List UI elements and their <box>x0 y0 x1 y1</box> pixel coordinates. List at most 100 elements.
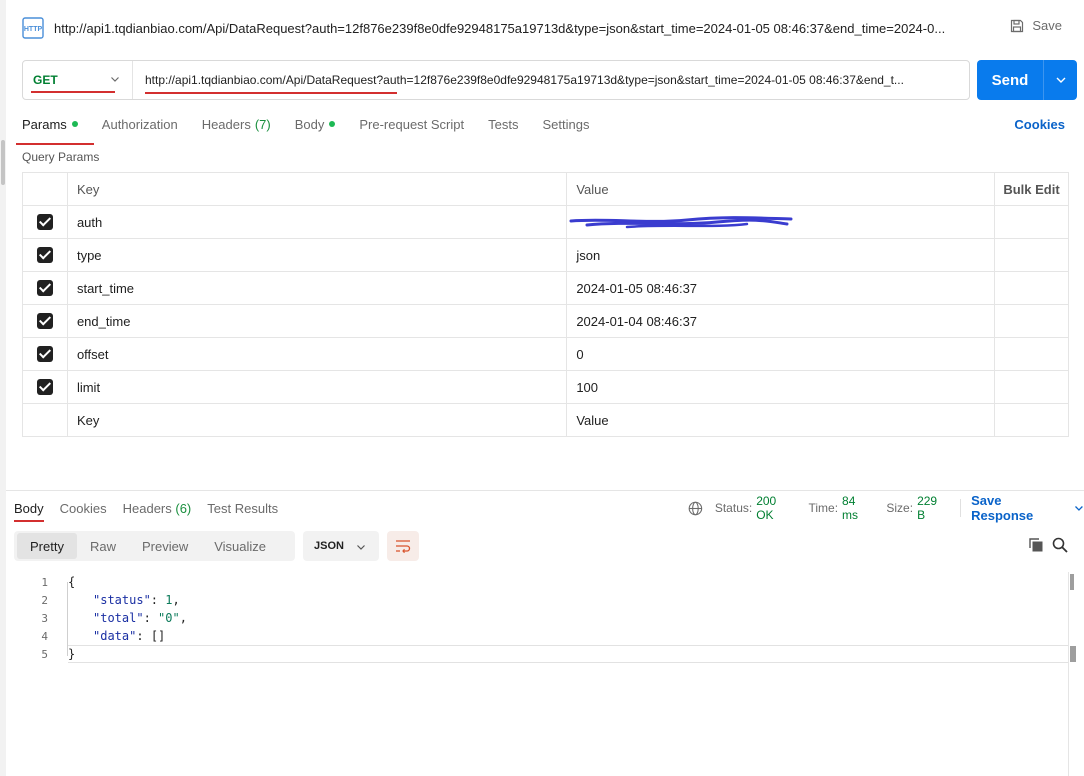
checkbox-cell <box>22 337 68 371</box>
row-checkbox[interactable] <box>36 346 53 363</box>
query-params-label: Query Params <box>22 150 100 164</box>
status-value[interactable]: 200 OK <box>756 494 796 522</box>
response-tabs: Body Cookies Headers (6) Test Results <box>14 498 294 518</box>
url-input[interactable]: http://api1.tqdianbiao.com/Api/DataReque… <box>133 61 969 99</box>
param-key[interactable]: start_time <box>66 271 568 305</box>
save-icon <box>1011 19 1024 32</box>
row-checkbox[interactable] <box>36 247 53 264</box>
globe-icon[interactable] <box>688 501 703 516</box>
row-checkbox[interactable] <box>36 379 53 396</box>
code-scroll-track <box>1068 572 1069 776</box>
save-label: Save <box>1032 18 1062 33</box>
view-preview-button[interactable]: Preview <box>129 533 201 559</box>
format-select[interactable]: JSON <box>303 531 379 561</box>
empty-cell <box>994 370 1069 404</box>
line-number: 2 <box>41 593 48 607</box>
row-checkbox[interactable] <box>36 280 53 297</box>
empty-cell <box>994 271 1069 305</box>
param-key[interactable]: type <box>66 238 568 272</box>
response-tab-body[interactable]: Body <box>14 501 44 516</box>
send-group: Send <box>977 60 1077 100</box>
tab-body[interactable]: Body <box>295 117 336 132</box>
left-scroll-thumb[interactable] <box>1 140 5 185</box>
cookies-link[interactable]: Cookies <box>1014 117 1065 132</box>
save-button[interactable]: Save <box>1010 18 1062 33</box>
bulk-edit-button[interactable]: Bulk Edit <box>994 172 1069 206</box>
tab-headers[interactable]: Headers (7) <box>202 117 271 132</box>
checkbox-cell <box>22 238 68 272</box>
wrap-lines-button[interactable] <box>387 531 419 561</box>
code-line: 4 "data": [] <box>6 627 1066 645</box>
param-value-cell[interactable]: 12f876e239f8e0dfe92948175a19713d <box>566 205 996 239</box>
code-scroll-thumb[interactable] <box>1070 574 1074 590</box>
new-key-input[interactable]: Key <box>66 403 568 437</box>
table-header-row: Key Value Bulk Edit <box>22 172 1069 206</box>
tab-pre-request-script[interactable]: Pre-request Script <box>359 117 464 132</box>
row-checkbox[interactable] <box>36 313 53 330</box>
param-value[interactable]: 0 <box>566 337 996 371</box>
time-value[interactable]: 84 ms <box>842 494 874 522</box>
json-key: "status" <box>93 593 151 607</box>
param-key[interactable]: end_time <box>66 304 568 338</box>
send-button[interactable]: Send <box>977 60 1043 100</box>
save-response-button[interactable]: Save Response <box>971 493 1084 523</box>
response-tab-cookies[interactable]: Cookies <box>60 501 107 516</box>
url-text: http://api1.tqdianbiao.com/Api/DataReque… <box>145 73 904 87</box>
response-code-editor[interactable]: 1 { 2 "status": 1, 3 "total": "0", 4 "da… <box>6 572 1084 776</box>
method-label: GET <box>33 73 58 87</box>
row-checkbox[interactable] <box>36 214 53 231</box>
param-key[interactable]: offset <box>66 337 568 371</box>
tab-params-label: Params <box>22 116 67 132</box>
param-value[interactable]: json <box>566 238 996 272</box>
search-icon[interactable] <box>1052 537 1068 553</box>
view-visualize-button[interactable]: Visualize <box>201 533 279 559</box>
response-headers-count: (6) <box>175 500 192 516</box>
view-raw-button[interactable]: Raw <box>77 533 129 559</box>
tab-settings[interactable]: Settings <box>542 117 589 132</box>
svg-text:HTTP: HTTP <box>24 26 43 33</box>
checkbox-cell <box>22 205 68 239</box>
tab-tests[interactable]: Tests <box>488 117 518 132</box>
response-tab-headers[interactable]: Headers (6) <box>123 501 192 516</box>
view-pretty-button[interactable]: Pretty <box>17 533 77 559</box>
tab-params[interactable]: Params <box>22 117 78 132</box>
empty-cell <box>994 337 1069 371</box>
request-title[interactable]: http://api1.tqdianbiao.com/Api/DataReque… <box>54 21 1004 36</box>
active-dot <box>329 121 336 127</box>
code-line: 2 "status": 1, <box>6 591 1066 609</box>
text-cursor-marker <box>1070 646 1076 662</box>
code-line: 5 } <box>6 645 1066 663</box>
empty-cell <box>994 304 1069 338</box>
save-response-label: Save Response <box>971 493 1034 523</box>
active-dot <box>71 121 78 127</box>
param-value[interactable]: 2024-01-04 08:46:37 <box>566 304 996 338</box>
param-value[interactable]: 100 <box>566 370 996 404</box>
param-key[interactable]: limit <box>66 370 568 404</box>
panel-divider[interactable] <box>6 490 1084 491</box>
table-row-empty: Key Value <box>22 403 1069 437</box>
wrap-lines-icon <box>396 540 411 553</box>
response-tab-test-results[interactable]: Test Results <box>207 501 278 516</box>
chevron-down-icon <box>357 545 365 550</box>
size-label: Size: <box>886 501 914 515</box>
json-key: "total" <box>93 611 144 625</box>
view-mode-segmented: Pretty Raw Preview Visualize <box>14 531 295 561</box>
param-value[interactable]: 2024-01-05 08:46:37 <box>566 271 996 305</box>
method-select[interactable]: GET <box>23 61 133 99</box>
new-value-input[interactable]: Value <box>566 403 996 437</box>
code-line: 3 "total": "0", <box>6 609 1066 627</box>
header-check-cell <box>22 172 68 206</box>
size-value[interactable]: 229 B <box>917 494 948 522</box>
param-key[interactable]: auth <box>66 205 568 239</box>
copy-icon[interactable] <box>1028 537 1044 553</box>
tab-authorization[interactable]: Authorization <box>102 117 178 132</box>
table-row: offset 0 <box>22 337 1069 371</box>
headers-count: (7) <box>254 116 271 132</box>
empty-cell <box>994 238 1069 272</box>
table-row: start_time 2024-01-05 08:46:37 <box>22 271 1069 305</box>
line-number: 4 <box>41 629 48 643</box>
divider <box>960 499 962 517</box>
send-options-button[interactable] <box>1043 60 1077 100</box>
status-label: Status: <box>714 501 753 515</box>
code-line: 1 { <box>6 573 1066 591</box>
